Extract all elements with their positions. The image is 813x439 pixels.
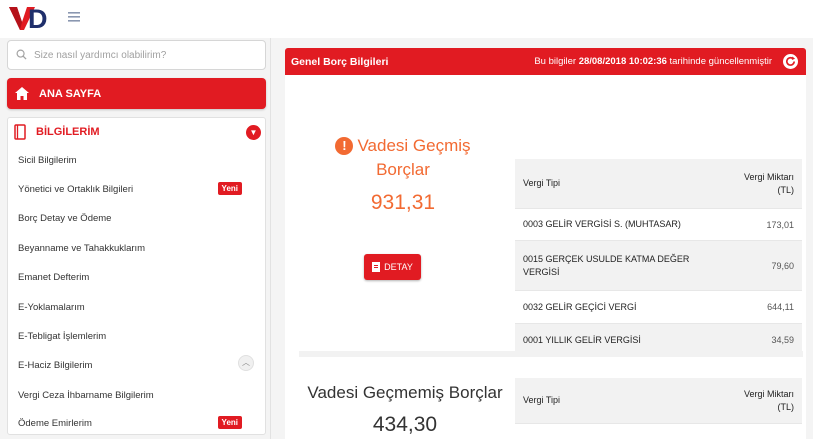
col-header-amount: Vergi Miktarı (TL) — [744, 171, 794, 197]
overdue-summary: ! Vadesi Geçmiş Borçlar 931,31 — [303, 135, 503, 215]
col-header-amount-line1: Vergi Miktarı — [743, 171, 794, 182]
update-suffix: tarihinde güncellenmiştir — [666, 56, 772, 67]
overdue-label-line2: Borçlar — [376, 160, 430, 179]
table-row: 0003 GELİR VERGİSİ S. (MUHTASAR) 173,01 — [515, 209, 802, 241]
tax-amount: 173,01 — [766, 219, 794, 230]
search-icon — [16, 49, 28, 61]
notdue-summary: Vadesi Geçmemiş Borçlar 434,30 — [295, 383, 515, 437]
sidebar-item-label: Ödeme Emirlerim — [18, 417, 92, 429]
sidebar-item-e-yoklama[interactable]: E-Yoklamalarım — [18, 297, 258, 317]
table-header: Vergi Tipi Vergi Miktarı (TL) — [515, 159, 802, 209]
tax-amount: 34,59 — [771, 335, 794, 345]
overdue-label: ! Vadesi Geçmiş — [303, 135, 503, 157]
col-header-type: Vergi Tipi — [523, 395, 561, 405]
sidebar-item-beyanname[interactable]: Beyanname ve Tahakkuklarım — [18, 238, 258, 258]
hamburger-menu-icon[interactable] — [68, 12, 82, 24]
sidebar-item-e-haciz[interactable]: E-Haciz Bilgilerim ︿ — [18, 355, 258, 375]
notdue-table: Vergi Tipi Vergi Miktarı (TL) — [515, 378, 802, 424]
table-header: Vergi Tipi Vergi Miktarı (TL) — [515, 378, 802, 424]
sidebar-item-label: E-Tebligat İşlemlerim — [18, 330, 107, 342]
top-bar: D — [0, 0, 813, 38]
sidebar-item-e-tebligat[interactable]: E-Tebligat İşlemlerim — [18, 326, 258, 346]
table-row: 0015 GERÇEK USULDE KATMA DEĞER VERGİSİ 7… — [515, 241, 802, 291]
notdue-amount: 434,30 — [372, 413, 438, 436]
card-header: Genel Borç Bilgileri Bu bilgiler 28/08/2… — [285, 48, 806, 75]
card-title: Genel Borç Bilgileri — [291, 55, 389, 68]
detail-button-label: DETAY — [384, 262, 413, 272]
section-divider — [299, 351, 803, 357]
update-date: 28/08/2018 10:02:36 — [578, 56, 667, 67]
sidebar-item-label: Emanet Defterim — [18, 271, 90, 283]
sidebar-item-borc-detay[interactable]: Borç Detay ve Ödeme — [18, 208, 258, 228]
sidebar-item-label: Sicil Bilgilerim — [18, 154, 77, 166]
sidebar: ANA SAYFA BİLGİLERİM ▼ Sicil Bilgilerim … — [0, 38, 271, 439]
bilgilerim-title: BİLGİLERİM — [36, 126, 100, 138]
warning-icon: ! — [335, 137, 354, 155]
sidebar-item-label: Beyanname ve Tahakkuklarım — [18, 242, 146, 254]
tax-amount: 79,60 — [771, 260, 794, 271]
sidebar-item-yonetici[interactable]: Yönetici ve Ortaklık Bilgileri Yeni — [18, 179, 258, 199]
sidebar-item-sicil[interactable]: Sicil Bilgilerim — [18, 150, 258, 170]
tax-type: 0003 GELİR VERGİSİ S. (MUHTASAR) — [523, 219, 681, 229]
book-icon — [14, 124, 26, 140]
tax-amount: 644,11 — [767, 302, 794, 312]
home-icon — [15, 86, 29, 101]
card-body: ! Vadesi Geçmiş Borçlar 931,31 DETAY Ver… — [285, 75, 806, 439]
search-box[interactable] — [7, 40, 266, 70]
col-header-amount-line2: (TL) — [777, 184, 795, 195]
overdue-table: Vergi Tipi Vergi Miktarı (TL) 0003 GELİR … — [515, 159, 802, 357]
sidebar-item-label: Vergi Ceza İhbarname Bilgilerim — [18, 389, 154, 401]
detail-button[interactable]: DETAY — [364, 254, 421, 280]
logo-d: D — [28, 4, 48, 34]
col-header-amount: Vergi Miktarı (TL) — [744, 388, 794, 414]
overdue-label-line1: Vadesi Geçmiş — [357, 136, 471, 155]
tax-type: 0015 GERÇEK USULDE KATMA DEĞER VERGİSİ — [523, 253, 690, 277]
sidebar-item-label: Borç Detay ve Ödeme — [18, 212, 112, 224]
sidebar-item-emanet[interactable]: Emanet Defterim — [18, 267, 258, 287]
sidebar-item-odeme-emirleri[interactable]: Ödeme Emirlerim Yeni — [18, 413, 258, 433]
home-button[interactable]: ANA SAYFA — [7, 78, 266, 109]
table-row: 0032 GELİR GEÇİCİ VERGİ 644,11 — [515, 291, 802, 324]
sidebar-item-vergi-ceza[interactable]: Vergi Ceza İhbarname Bilgilerim — [18, 385, 258, 405]
overdue-amount: 931,31 — [370, 191, 436, 214]
update-info: Bu bilgiler 28/08/2018 10:02:36 tarihind… — [534, 56, 772, 67]
home-label: ANA SAYFA — [39, 87, 102, 100]
tax-type: 0032 GELİR GEÇİCİ VERGİ — [523, 301, 637, 312]
sidebar-item-label: Yönetici ve Ortaklık Bilgileri — [18, 183, 134, 195]
document-icon — [372, 262, 381, 272]
col-header-amount-line1: Vergi Miktarı — [743, 388, 794, 399]
bilgilerim-section: BİLGİLERİM ▼ Sicil Bilgilerim Yönetici v… — [7, 117, 266, 435]
col-header-amount-line2: (TL) — [777, 401, 795, 412]
refresh-icon[interactable] — [783, 54, 798, 69]
new-badge: Yeni — [217, 182, 242, 195]
col-header-type: Vergi Tipi — [523, 178, 561, 188]
search-input[interactable] — [34, 49, 254, 61]
tax-type: 0001 YILLIK GELİR VERGİSİ — [523, 334, 641, 345]
sidebar-item-label: E-Yoklamalarım — [18, 301, 85, 313]
vd-logo[interactable]: D — [8, 4, 54, 34]
main-content: Genel Borç Bilgileri Bu bilgiler 28/08/2… — [271, 38, 813, 439]
sidebar-item-label: E-Haciz Bilgilerim — [18, 359, 93, 371]
chevron-up-icon[interactable]: ︿ — [238, 355, 254, 371]
chevron-down-icon[interactable]: ▼ — [246, 125, 261, 140]
new-badge: Yeni — [217, 416, 242, 429]
update-prefix: Bu bilgiler — [534, 56, 579, 67]
bilgilerim-header[interactable]: BİLGİLERİM ▼ — [8, 118, 265, 146]
notdue-label: Vadesi Geçmemiş Borçlar — [307, 383, 503, 402]
